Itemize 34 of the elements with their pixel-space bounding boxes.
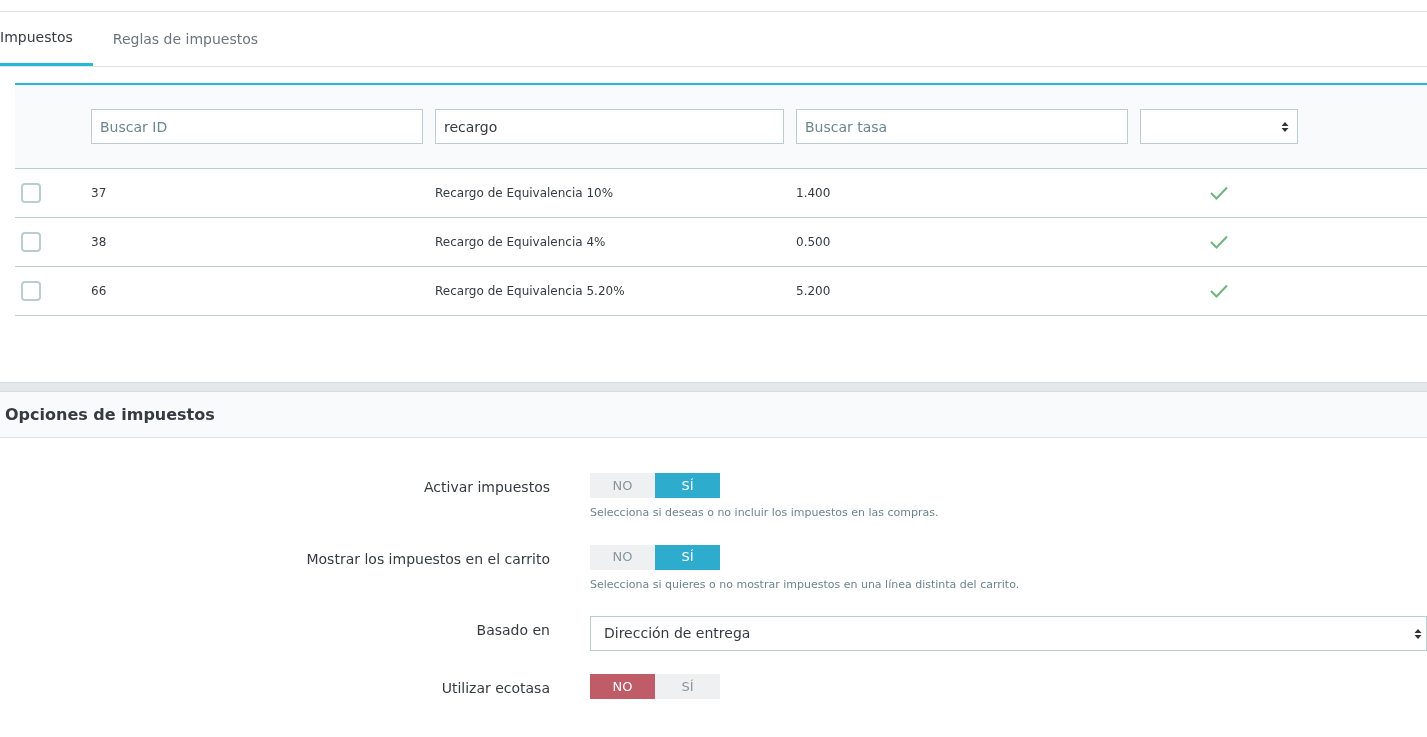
rate-cell-text: 1.400 [796,185,832,202]
name-cell-text: Recargo de Equivalencia 5.20% [435,283,626,300]
field-label: Activar impuestos [423,478,550,497]
field-label: Mostrar los impuestos en el carrito [306,549,550,569]
row-checkbox[interactable] [21,281,41,301]
status-select[interactable] [1140,109,1298,144]
sort-icon [1281,120,1289,133]
field-label: Utilizar ecotasa [441,679,550,698]
name-search-field[interactable]: recargo [435,109,784,144]
field-label: Basado en [476,621,550,640]
yes-option[interactable]: SÍ [655,473,720,498]
rate-cell-text: 5.200 [796,283,832,300]
sort-icon [1414,627,1422,640]
id-cell-text: 38 [91,234,108,251]
yes-option[interactable]: SÍ [655,544,720,570]
help-text: Selecciona si quieres o no mostrar impuestos en una línea distinta del carrito. [590,576,1021,593]
no-option[interactable]: NO [590,473,655,498]
yes-option[interactable]: SÍ [655,674,720,699]
help-text: Selecciona si deseas o no incluir los impuestos en las compras. [590,505,940,521]
row-checkbox[interactable] [21,183,41,203]
section-title: Opciones de impuestos [5,403,215,426]
id-cell-text: 37 [91,185,108,202]
based-on-select[interactable]: Dirección de entrega [590,616,1427,651]
name-cell-text: Recargo de Equivalencia 10% [435,185,615,202]
id-search-field[interactable]: Buscar ID [91,109,423,144]
tab[interactable]: Impuestos [0,12,93,66]
tab[interactable]: Reglas de impuestos [92,12,279,66]
no-option[interactable]: NO [590,544,655,570]
name-cell-text: Recargo de Equivalencia 4% [435,234,607,251]
rate-cell-text: 0.500 [796,234,832,251]
id-cell-text: 66 [91,283,108,300]
row-checkbox[interactable] [21,232,41,252]
rate-search-field[interactable]: Buscar tasa [796,109,1128,144]
no-option[interactable]: NO [590,674,655,699]
